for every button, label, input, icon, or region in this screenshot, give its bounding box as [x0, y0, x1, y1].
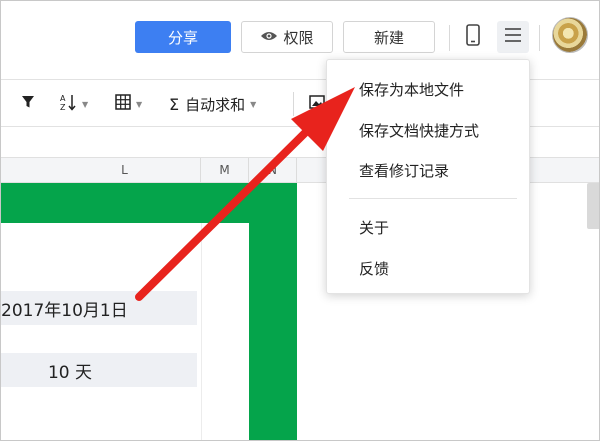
- share-button[interactable]: 分享: [135, 21, 231, 53]
- menu-item-label: 保存为本地文件: [359, 81, 465, 99]
- column-label: N: [268, 163, 277, 177]
- phone-icon: [466, 24, 480, 50]
- menu-item-save-local[interactable]: 保存为本地文件: [359, 79, 464, 100]
- svg-text:A: A: [60, 94, 66, 103]
- header-divider: [539, 25, 540, 51]
- hamburger-menu-icon: [504, 27, 522, 47]
- date-cell[interactable]: 2017年10月1日: [1, 291, 197, 325]
- sort-button[interactable]: A Z ▼: [59, 93, 88, 115]
- menu-item-revision-history[interactable]: 查看修订记录: [359, 160, 449, 181]
- mobile-view-button[interactable]: [457, 21, 489, 53]
- menu-item-save-shortcut[interactable]: 保存文档快捷方式: [359, 120, 479, 141]
- app-window: 分享 权限 新建 A Z ▼ ▼ Σ 自动求和 ▼ L M N 2017年10月…: [0, 0, 600, 441]
- share-label: 分享: [167, 28, 198, 47]
- autosum-label: 自动求和: [185, 95, 246, 114]
- more-dropdown-menu: 保存为本地文件 保存文档快捷方式 查看修订记录 关于 反馈: [326, 59, 530, 294]
- days-cell[interactable]: 10 天: [1, 353, 197, 387]
- border-button[interactable]: ▼: [115, 93, 142, 115]
- toolbar-divider: [293, 92, 294, 116]
- filter-button[interactable]: [21, 93, 35, 115]
- caret-down-icon: ▼: [136, 99, 143, 109]
- image-icon: [309, 95, 325, 113]
- green-border-right: [249, 223, 297, 440]
- new-label: 新建: [373, 28, 404, 47]
- menu-item-feedback[interactable]: 反馈: [359, 258, 389, 279]
- menu-divider: [349, 198, 517, 199]
- vertical-scrollbar[interactable]: [587, 183, 599, 229]
- date-value: 2017年10月1日: [1, 300, 128, 321]
- days-value: 10 天: [47, 362, 92, 383]
- insert-image-button[interactable]: [309, 93, 325, 115]
- menu-item-about[interactable]: 关于: [359, 217, 389, 238]
- caret-down-icon: ▼: [250, 99, 257, 109]
- column-label: L: [121, 163, 128, 177]
- permission-button[interactable]: 权限: [241, 21, 333, 53]
- column-label: M: [219, 163, 230, 177]
- border-icon: [115, 94, 131, 114]
- eye-icon: [260, 28, 278, 46]
- avatar[interactable]: [552, 17, 588, 53]
- permission-label: 权限: [283, 28, 314, 47]
- more-menu-button[interactable]: [497, 21, 529, 53]
- sigma-icon: Σ: [169, 94, 180, 114]
- svg-text:Z: Z: [60, 103, 66, 111]
- header-divider: [449, 25, 450, 51]
- menu-item-label: 反馈: [359, 260, 390, 278]
- filter-icon: [21, 95, 35, 113]
- column-header[interactable]: N: [249, 158, 297, 184]
- menu-item-label: 查看修订记录: [359, 162, 450, 180]
- autosum-button[interactable]: Σ 自动求和 ▼: [169, 93, 256, 115]
- sort-icon: A Z: [59, 93, 77, 115]
- new-button[interactable]: 新建: [343, 21, 435, 53]
- menu-item-label: 保存文档快捷方式: [359, 122, 480, 140]
- green-border-top: [1, 183, 297, 223]
- column-header[interactable]: L: [1, 158, 201, 184]
- column-header[interactable]: M: [201, 158, 249, 184]
- menu-item-label: 关于: [359, 219, 390, 237]
- caret-down-icon: ▼: [82, 99, 89, 109]
